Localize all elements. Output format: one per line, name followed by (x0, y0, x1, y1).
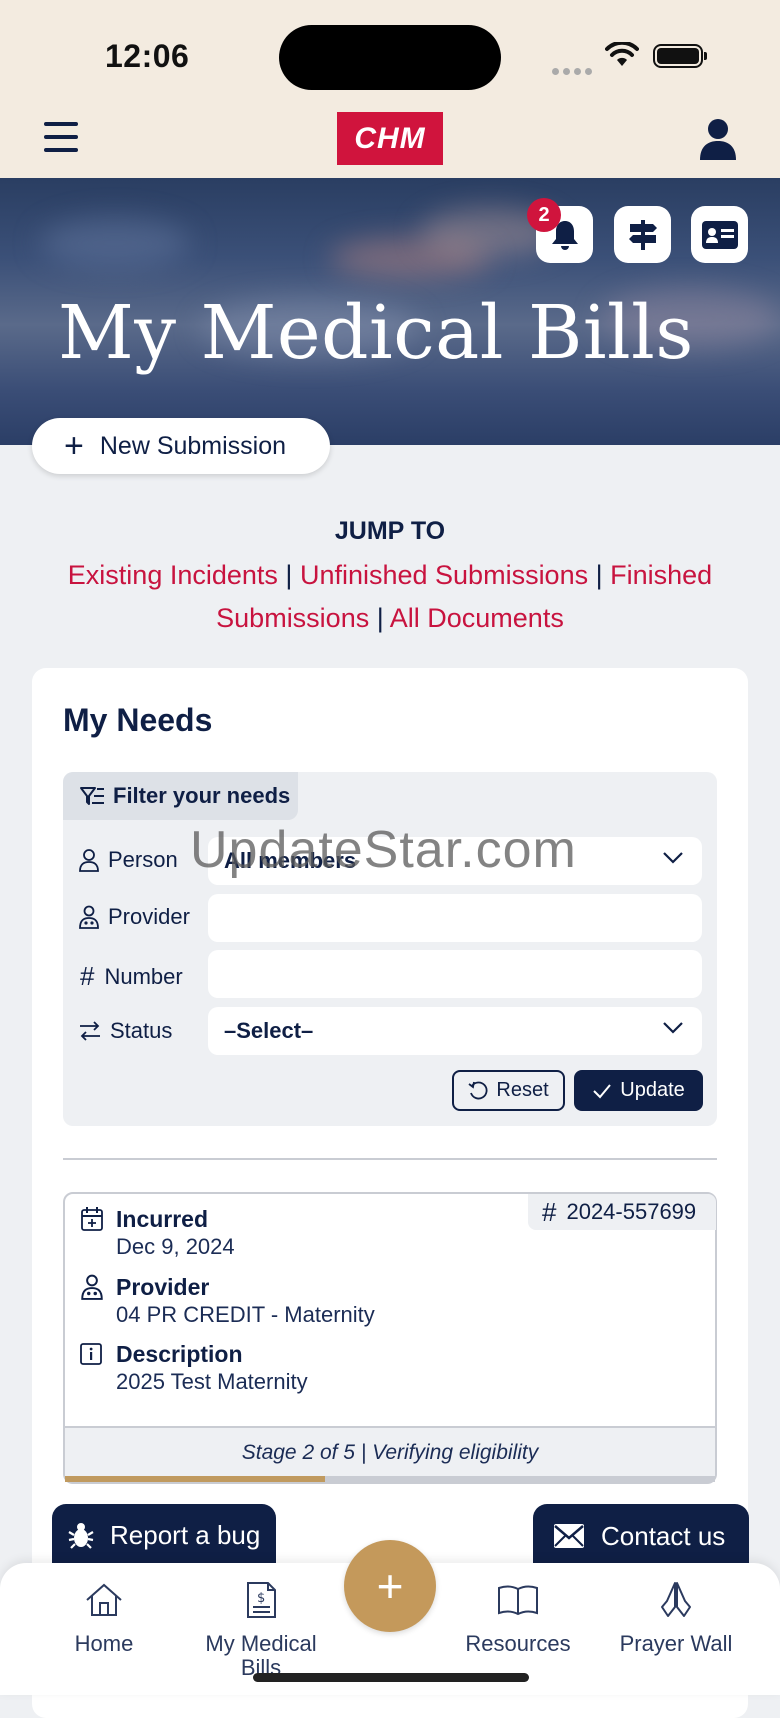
provider-icon (79, 905, 99, 929)
dynamic-island (279, 25, 501, 90)
provider-label: Provider (78, 904, 190, 930)
hash-icon: # (542, 1196, 557, 1227)
update-button[interactable]: Update (574, 1070, 703, 1111)
filter-icon (80, 787, 104, 805)
status-time: 12:06 (105, 38, 190, 74)
undo-icon (468, 1081, 488, 1099)
contact-us-button[interactable]: Contact us (533, 1504, 749, 1568)
cellular-icon (552, 62, 596, 80)
provider-input[interactable] (208, 894, 702, 942)
status-arrows-icon (80, 1021, 100, 1041)
chevron-down-icon (663, 1022, 683, 1034)
page-title: My Medical Bills (58, 290, 694, 376)
bug-icon (68, 1523, 94, 1549)
reset-button[interactable]: Reset (452, 1070, 565, 1111)
link-unfinished-submissions[interactable]: Unfinished Submissions (300, 560, 588, 590)
praying-hands-icon (661, 1582, 691, 1617)
wifi-icon (605, 42, 639, 66)
tab-prayer-wall[interactable]: Prayer Wall (596, 1580, 756, 1656)
plus-icon: + (64, 427, 84, 465)
status-select[interactable]: –Select– (208, 1007, 702, 1055)
section-divider (63, 1158, 717, 1160)
filter-tab[interactable]: Filter your needs (63, 772, 298, 820)
tab-home[interactable]: Home (24, 1580, 184, 1656)
tab-resources[interactable]: Resources (438, 1580, 598, 1656)
number-input[interactable] (208, 950, 702, 998)
notification-badge: 2 (527, 198, 561, 232)
my-needs-title: My Needs (63, 702, 213, 738)
calendar-icon (81, 1207, 103, 1231)
link-existing-incidents[interactable]: Existing Incidents (68, 560, 278, 590)
book-icon (498, 1585, 538, 1616)
add-fab-button[interactable]: + (344, 1540, 436, 1632)
svg-text:$: $ (257, 1591, 265, 1606)
provider-icon (81, 1274, 103, 1300)
status-label: Status (78, 1018, 172, 1044)
user-profile-icon[interactable] (698, 118, 738, 160)
tab-my-medical-bills[interactable]: $ My Medical Bills (181, 1580, 341, 1680)
number-label: # Number (80, 961, 183, 991)
link-all-documents[interactable]: All Documents (390, 603, 564, 633)
jump-to-links: Existing Incidents | Unfinished Submissi… (67, 560, 713, 633)
envelope-icon (554, 1524, 584, 1548)
signpost-icon (628, 219, 657, 250)
incident-number: # 2024-557699 (528, 1194, 716, 1230)
person-select[interactable]: All members (208, 837, 702, 885)
jump-to-heading: JUMP TO (334, 517, 446, 545)
stage-progress-fill (65, 1476, 325, 1482)
chevron-down-icon (663, 852, 683, 864)
person-icon (79, 849, 99, 872)
menu-icon[interactable] (44, 122, 78, 154)
hash-icon: # (80, 961, 95, 991)
directions-button[interactable] (614, 206, 671, 263)
home-indicator (253, 1673, 529, 1682)
home-icon (86, 1583, 122, 1616)
report-bug-button[interactable]: Report a bug (52, 1504, 276, 1566)
member-card-button[interactable] (691, 206, 748, 263)
person-label: Person (78, 847, 178, 873)
bill-icon: $ (247, 1582, 276, 1618)
new-submission-button[interactable]: + New Submission (32, 418, 330, 474)
check-icon (593, 1083, 612, 1098)
incident-stage: Stage 2 of 5 | Verifying eligibility (65, 1426, 715, 1478)
battery-icon (653, 44, 707, 68)
info-icon (80, 1343, 102, 1365)
id-card-icon (701, 220, 738, 249)
chm-logo[interactable]: CHM (337, 112, 443, 165)
plus-icon: + (376, 1560, 404, 1612)
